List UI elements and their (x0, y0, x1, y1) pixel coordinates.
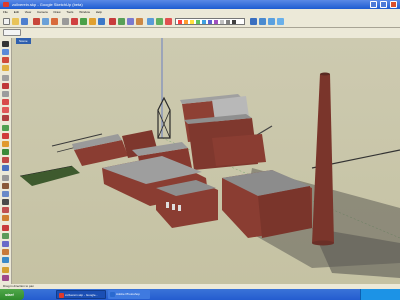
scale-icon[interactable] (2, 157, 9, 163)
save-icon[interactable] (21, 18, 28, 25)
view-front-icon[interactable] (268, 18, 275, 25)
menu-draw[interactable]: Draw (54, 9, 61, 16)
next-view-icon[interactable] (156, 18, 163, 25)
rectangle-tool-icon[interactable] (62, 18, 69, 25)
menu-help[interactable]: Help (96, 9, 102, 16)
chimney-base (312, 240, 334, 246)
sketchup-window: zollverein.skp - Google SketchUp (beta) … (0, 0, 400, 300)
zoom-extents-icon[interactable] (136, 18, 143, 25)
freehand-tool-icon[interactable] (2, 115, 9, 121)
large-tool-set (0, 38, 12, 288)
make-component-icon[interactable] (2, 49, 9, 55)
brick-building (212, 134, 266, 166)
window (166, 202, 169, 208)
sketchup-app-icon (3, 2, 9, 7)
polygon-tool-icon[interactable] (2, 107, 9, 113)
menu-file[interactable]: File (3, 9, 8, 16)
walk-icon[interactable] (2, 267, 9, 273)
menu-view[interactable]: View (25, 9, 31, 16)
windows-taskbar: start zollverein.skp - Google... Adobe P… (0, 289, 400, 300)
window (178, 205, 181, 211)
view-top-icon[interactable] (259, 18, 266, 25)
offset-tool-icon[interactable] (98, 18, 105, 25)
previous-view-icon[interactable] (147, 18, 154, 25)
rectangle-icon[interactable] (2, 91, 9, 97)
maximize-button[interactable] (380, 1, 387, 8)
taskbar-item-photoshop[interactable]: Adobe Photoshop (108, 290, 150, 299)
zoom-tool-icon[interactable] (2, 241, 9, 247)
taskbar-item-label: zollverein.skp - Google... (65, 293, 99, 297)
zoom-icon[interactable] (127, 18, 134, 25)
zollverein-model (19, 38, 400, 278)
protractor-icon[interactable] (2, 191, 9, 197)
follow-me-icon[interactable] (2, 149, 9, 155)
select-arrow-icon[interactable] (33, 18, 40, 25)
menu-tools[interactable]: Tools (66, 9, 73, 16)
eraser-icon[interactable] (42, 18, 49, 25)
sketchup-task-icon (59, 293, 64, 298)
title-bar: zollverein.skp - Google SketchUp (beta) (0, 0, 400, 9)
close-button[interactable] (390, 1, 397, 8)
rotate-icon[interactable] (2, 141, 9, 147)
select-tool-icon[interactable] (2, 41, 9, 47)
push-pull-icon[interactable] (71, 18, 78, 25)
3d-text-icon[interactable] (2, 215, 9, 221)
chimney-top (320, 72, 330, 76)
axes-tool-icon[interactable] (2, 207, 9, 213)
new-file-icon[interactable] (3, 18, 10, 25)
menu-camera[interactable]: Camera (37, 9, 48, 16)
text-tool-icon[interactable] (2, 199, 9, 205)
rotate-tool-icon[interactable] (89, 18, 96, 25)
view-right-icon[interactable] (277, 18, 284, 25)
menu-edit[interactable]: Edit (14, 9, 19, 16)
pan-tool-icon[interactable] (2, 233, 9, 239)
window (172, 204, 175, 210)
start-button[interactable]: start (0, 289, 24, 300)
view-iso-icon[interactable] (250, 18, 257, 25)
pan-icon[interactable] (118, 18, 125, 25)
look-around-icon[interactable] (2, 275, 9, 281)
move-icon[interactable] (2, 125, 9, 131)
rail-track (20, 166, 80, 186)
secondary-toolbar (0, 28, 400, 38)
move-tool-icon[interactable] (80, 18, 87, 25)
push-pull-tool-icon[interactable] (2, 133, 9, 139)
eraser-tool-icon[interactable] (2, 57, 9, 63)
main-toolbar (0, 16, 400, 28)
minimize-button[interactable] (370, 1, 377, 8)
arc-tool-icon[interactable] (2, 83, 9, 89)
shadow-settings-icon[interactable] (165, 18, 172, 25)
status-hint: Drag in direction to pan (3, 284, 35, 288)
paint-bucket-icon[interactable] (51, 18, 58, 25)
offset-icon[interactable] (2, 165, 9, 171)
paint-tool-icon[interactable] (2, 65, 9, 71)
open-folder-icon[interactable] (12, 18, 19, 25)
system-tray (360, 289, 400, 300)
orbit-tool-icon[interactable] (2, 225, 9, 231)
circle-tool-icon[interactable] (2, 99, 9, 105)
taskbar-item-label: Adobe Photoshop (116, 292, 140, 296)
3d-viewport[interactable]: Scene (12, 38, 400, 284)
taskbar-item-sketchup[interactable]: zollverein.skp - Google... (56, 290, 106, 299)
orbit-icon[interactable] (109, 18, 116, 25)
dimension-icon[interactable] (2, 183, 9, 189)
zoom-extents-tool-icon[interactable] (2, 257, 9, 263)
menu-bar: File Edit View Camera Draw Tools Window … (0, 9, 400, 16)
layer-dropdown[interactable] (3, 29, 21, 36)
zoom-window-icon[interactable] (2, 249, 9, 255)
line-tool-icon[interactable] (2, 75, 9, 81)
tape-measure-icon[interactable] (2, 175, 9, 181)
chimney (312, 74, 334, 243)
headframe (157, 96, 171, 139)
shadow-time-slider[interactable] (175, 18, 245, 25)
window-title: zollverein.skp - Google SketchUp (beta) (12, 2, 83, 7)
menu-window[interactable]: Window (79, 9, 90, 16)
photoshop-task-icon (110, 292, 115, 297)
